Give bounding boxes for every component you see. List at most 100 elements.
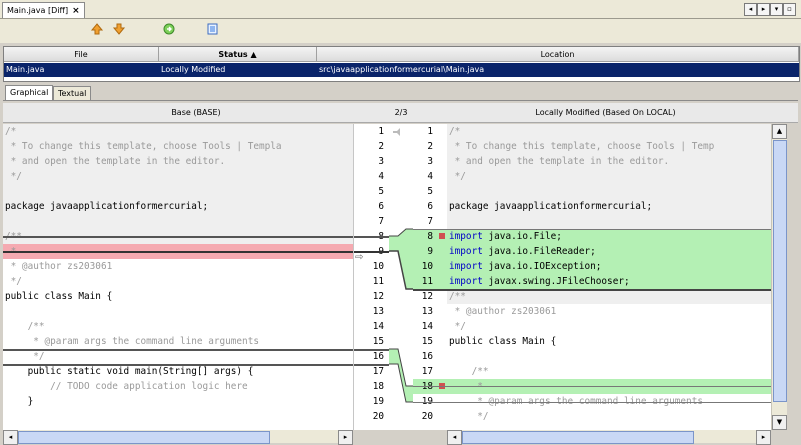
local-code-line[interactable] [447, 214, 771, 229]
diff-boundary-line [413, 402, 447, 403]
line-number: 2 [427, 141, 433, 152]
local-code-line[interactable]: * To change this template, choose Tools … [447, 139, 771, 154]
tab-main-java-diff[interactable]: Main.java [Diff] × [2, 2, 85, 18]
base-code-line[interactable]: */ [3, 169, 353, 184]
base-code-line[interactable]: * and open the template in the editor. [3, 154, 353, 169]
scroll-tabs-left-icon[interactable]: ◂ [744, 3, 757, 16]
base-code-line[interactable]: */ [3, 274, 353, 289]
local-code-line[interactable]: */ [447, 169, 771, 184]
close-icon[interactable]: × [72, 6, 80, 16]
local-code-line[interactable]: package javaapplicationformercurial; [447, 199, 771, 214]
base-code-line[interactable]: public static void main(String[] args) { [3, 364, 353, 379]
vertical-scrollbar[interactable]: ▲ ▼ [771, 124, 787, 430]
difference-counter: 2/3 [389, 103, 413, 123]
line-number: 4 [427, 171, 433, 182]
table-cell-file[interactable]: Main.java [4, 63, 159, 77]
base-horizontal-scrollbar[interactable]: ◂ ▸ [3, 430, 353, 445]
local-code-line[interactable]: */ [447, 409, 771, 424]
scroll-left-icon[interactable]: ◂ [447, 430, 462, 445]
base-code-line[interactable] [3, 409, 353, 424]
base-code-line[interactable]: * @param args the command line arguments [3, 334, 353, 349]
line-number: 19 [372, 396, 384, 407]
previous-difference-icon[interactable] [88, 22, 106, 40]
scroll-up-icon[interactable]: ▲ [772, 124, 787, 139]
base-code-line[interactable] [3, 184, 353, 199]
next-difference-icon[interactable] [110, 22, 128, 40]
base-code-pane[interactable]: /* * To change this template, choose Too… [3, 124, 353, 430]
diff-toolbar [0, 19, 801, 43]
base-code-line[interactable]: // TODO code application logic here [3, 379, 353, 394]
base-code-line[interactable]: /* [3, 124, 353, 139]
table-cell-status[interactable]: Locally Modified [159, 63, 317, 77]
replace-arrow-icon[interactable]: ⇨ [355, 251, 367, 264]
local-code-line[interactable]: import java.io.IOException; [447, 259, 771, 274]
show-opened-documents-icon[interactable]: ▾ [770, 3, 783, 16]
scroll-left-icon[interactable]: ◂ [3, 430, 18, 445]
local-code-line[interactable]: import java.io.File; [447, 229, 771, 244]
base-code-line[interactable]: } [3, 394, 353, 409]
diff-boundary-line [3, 349, 353, 351]
line-number: 2 [378, 141, 384, 152]
local-code-line[interactable]: /** [447, 364, 771, 379]
local-code-line[interactable]: * @author zs203061 [447, 304, 771, 319]
tab-textual[interactable]: Textual [53, 86, 92, 101]
base-code-line[interactable]: * To change this template, choose Tools … [3, 139, 353, 154]
scroll-thumb[interactable] [773, 140, 787, 402]
scroll-right-icon[interactable]: ▸ [338, 430, 353, 445]
scroll-tabs-right-icon[interactable]: ▸ [757, 3, 770, 16]
scroll-right-icon[interactable]: ▸ [756, 430, 771, 445]
local-line-numbers: 1234567891011121314151617181920 [413, 124, 448, 430]
change-marker-icon[interactable] [439, 233, 445, 239]
local-code-line[interactable]: */ [447, 319, 771, 334]
scroll-thumb[interactable] [18, 431, 270, 444]
export-diff-icon[interactable] [203, 22, 221, 40]
base-code-line[interactable]: * @author zs203061 [3, 259, 353, 274]
line-number: 1 [427, 126, 433, 137]
base-code-line[interactable]: public class Main { [3, 289, 353, 304]
diff-boundary-line [447, 402, 771, 403]
line-number: 17 [372, 366, 384, 377]
maximize-window-icon[interactable]: ▫ [783, 3, 796, 16]
line-number: 4 [378, 171, 384, 182]
line-number: 16 [372, 351, 384, 362]
local-code-line[interactable] [447, 184, 771, 199]
table-cell-location[interactable]: src\javaapplicationformercurial\Main.jav… [317, 63, 799, 77]
diff-boundary-line [447, 386, 771, 387]
line-number: 12 [421, 291, 433, 302]
line-number: 6 [427, 201, 433, 212]
scroll-thumb[interactable] [462, 431, 694, 444]
line-number: 15 [372, 336, 384, 347]
base-pane-header: Base (BASE) [3, 103, 389, 123]
refresh-diff-icon[interactable] [160, 22, 178, 40]
scroll-down-icon[interactable]: ▼ [772, 415, 787, 430]
tab-graphical[interactable]: Graphical [5, 85, 54, 101]
line-number: 11 [372, 276, 384, 287]
line-number: 15 [421, 336, 433, 347]
local-horizontal-scrollbar[interactable]: ◂ ▸ [447, 430, 771, 445]
diff-boundary-line [3, 236, 353, 238]
local-code-line[interactable]: * and open the template in the editor. [447, 154, 771, 169]
base-code-line[interactable]: /** [3, 319, 353, 334]
editor-tab-bar: Main.java [Diff] × ◂ ▸ ▾ ▫ [0, 0, 801, 19]
local-code-line[interactable]: import javax.swing.JFileChooser; [447, 274, 771, 289]
local-pane-header: Locally Modified (Based On LOCAL) [413, 103, 798, 123]
column-header-location[interactable]: Location [317, 47, 799, 62]
line-number: 7 [427, 216, 433, 227]
local-code-line[interactable]: public class Main { [447, 334, 771, 349]
line-number: 18 [372, 381, 384, 392]
local-code-line[interactable] [447, 349, 771, 364]
base-code-line[interactable] [3, 214, 353, 229]
base-code-line[interactable] [3, 304, 353, 319]
line-number: 13 [421, 306, 433, 317]
diff-boundary-line [447, 229, 771, 230]
column-header-file[interactable]: File [4, 47, 159, 62]
local-code-pane[interactable]: /* * To change this template, choose Too… [447, 124, 771, 430]
base-code-line[interactable]: */ [3, 349, 353, 364]
local-code-line[interactable]: /* [447, 124, 771, 139]
local-code-line[interactable]: /** [447, 289, 771, 304]
local-code-line[interactable]: import java.io.FileReader; [447, 244, 771, 259]
column-header-status[interactable]: Status ▲ [159, 47, 317, 62]
base-code-line[interactable]: package javaapplicationformercurial; [3, 199, 353, 214]
line-number: 7 [378, 216, 384, 227]
line-number: 11 [413, 274, 447, 289]
